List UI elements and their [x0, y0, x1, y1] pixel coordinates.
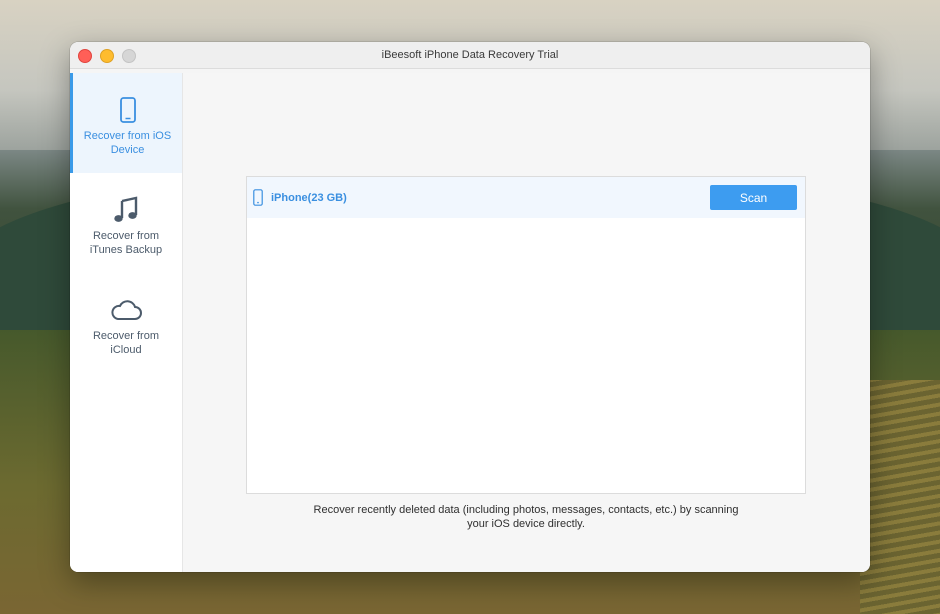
- sidebar-item-label: Recover from iTunes Backup: [89, 230, 163, 256]
- title-bar[interactable]: iBeesoft iPhone Data Recovery Trial: [70, 42, 870, 69]
- window-controls: [78, 49, 136, 63]
- close-window-button[interactable]: [78, 49, 92, 63]
- description-line-2: your iOS device directly.: [467, 518, 585, 530]
- zoom-window-button[interactable]: [122, 49, 136, 63]
- iphone-icon: [119, 95, 136, 125]
- sidebar-item-label: Recover from iOS Device: [83, 130, 172, 156]
- sidebar-item-label: Recover from iCloud: [92, 330, 160, 356]
- wallpaper-vineyard: [860, 380, 940, 614]
- sidebar: Recover from iOS Device Recover from iTu…: [70, 73, 183, 572]
- scan-button[interactable]: Scan: [710, 185, 797, 210]
- device-name: iPhone(23 GB): [271, 191, 347, 204]
- device-list: iPhone(23 GB) Scan: [246, 176, 806, 494]
- main-content: iPhone(23 GB) Scan Recover recently dele…: [183, 73, 870, 572]
- device-row[interactable]: iPhone(23 GB) Scan: [247, 177, 805, 218]
- sidebar-item-ios-device[interactable]: Recover from iOS Device: [70, 73, 182, 173]
- description-line-1: Recover recently deleted data (including…: [313, 504, 739, 516]
- app-window: iBeesoft iPhone Data Recovery Trial Reco…: [70, 42, 870, 572]
- description-text: Recover recently deleted data (including…: [246, 503, 806, 531]
- cloud-icon: [110, 295, 142, 325]
- sidebar-item-itunes-backup[interactable]: Recover from iTunes Backup: [70, 173, 182, 273]
- iphone-icon: [253, 189, 263, 206]
- sidebar-item-icloud[interactable]: Recover from iCloud: [70, 273, 182, 373]
- minimize-window-button[interactable]: [100, 49, 114, 63]
- window-title: iBeesoft iPhone Data Recovery Trial: [381, 49, 559, 61]
- music-note-icon: [113, 195, 139, 225]
